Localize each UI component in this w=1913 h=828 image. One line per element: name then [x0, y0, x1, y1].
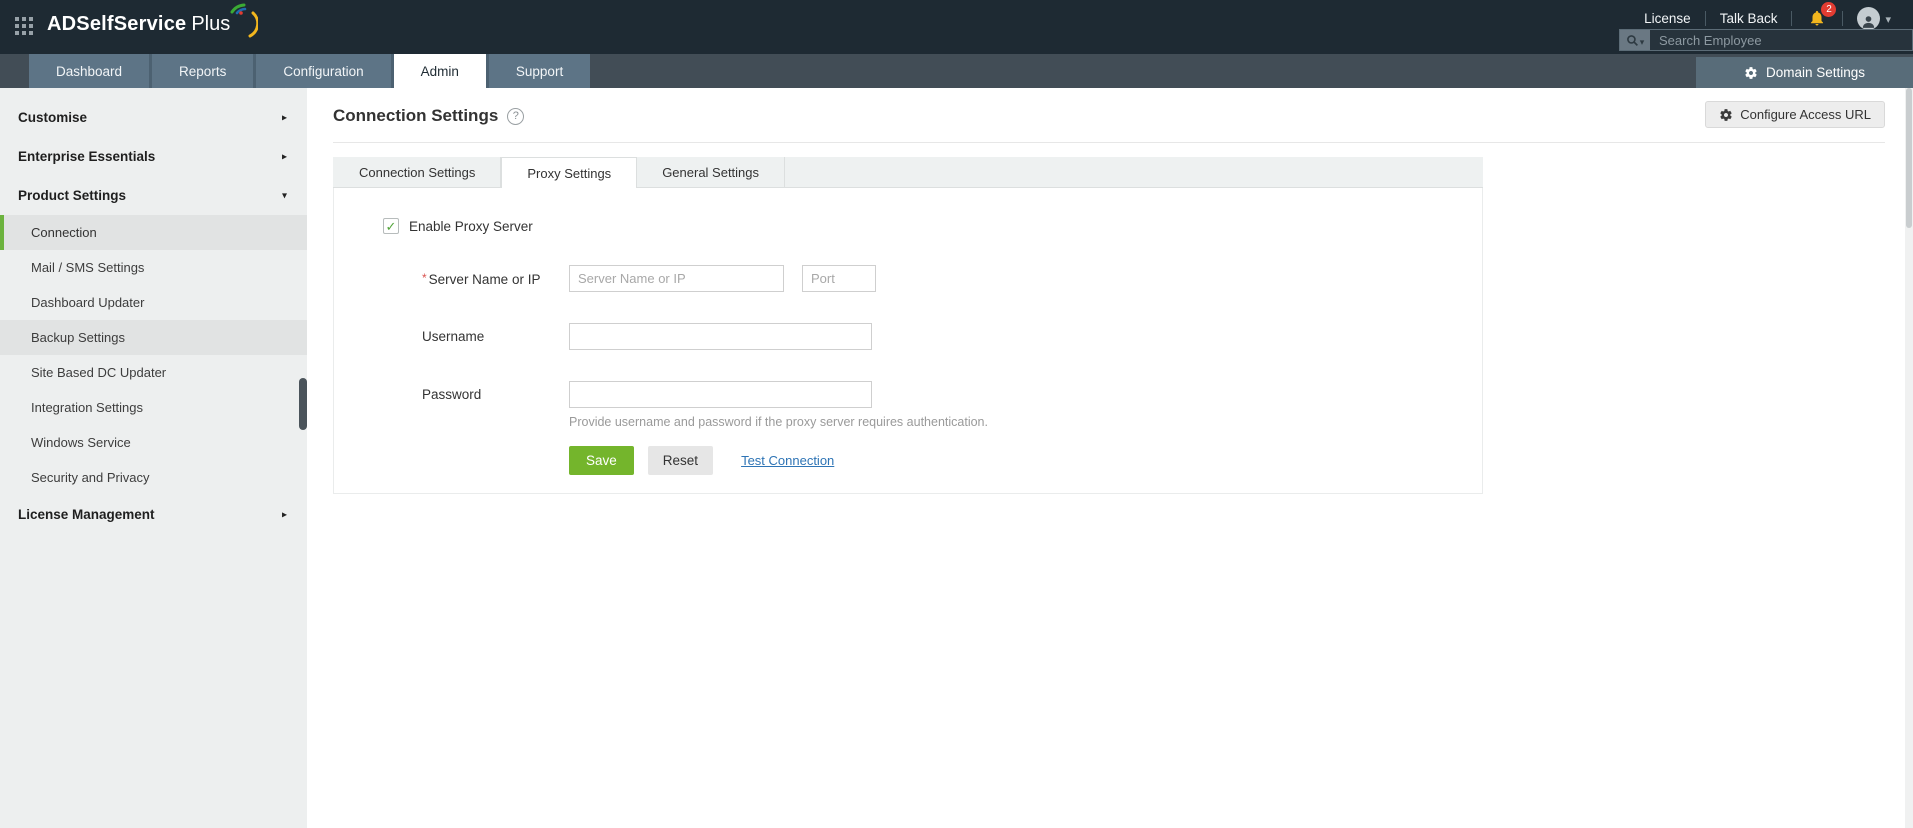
chevron-down-icon: [1885, 11, 1891, 26]
search-input[interactable]: [1650, 30, 1912, 50]
tab-proxy-settings[interactable]: Proxy Settings: [501, 157, 638, 188]
talkback-link[interactable]: Talk Back: [1706, 11, 1792, 26]
username-input[interactable]: [569, 323, 872, 350]
sidebar-item-connection[interactable]: Connection: [0, 215, 307, 250]
port-input[interactable]: [802, 265, 876, 292]
nav-tabs: Dashboard Reports Configuration Admin Suppor…: [29, 54, 591, 88]
settings-tabs: Connection Settings Proxy Settings General…: [333, 157, 1483, 188]
nav-tab-configuration[interactable]: Configuration: [256, 54, 391, 88]
sidebar-item-backup-settings[interactable]: Backup Settings: [0, 320, 307, 355]
nav-tab-admin[interactable]: Admin: [393, 54, 486, 88]
user-avatar-icon: [1857, 6, 1881, 30]
sidebar-item-windows-service[interactable]: Windows Service: [0, 425, 307, 460]
help-icon[interactable]: [507, 107, 525, 125]
sidebar-item-enterprise-essentials[interactable]: Enterprise Essentials: [0, 137, 307, 176]
password-input[interactable]: [569, 381, 872, 408]
username-label: Username: [422, 329, 485, 344]
password-label: Password: [422, 387, 482, 402]
employee-search: [1619, 29, 1913, 51]
main-content: Connection Settings Configure Access URL…: [307, 88, 1913, 828]
user-menu[interactable]: [1843, 6, 1891, 30]
nav-tab-reports[interactable]: Reports: [152, 54, 254, 88]
password-row: Password: [334, 381, 1482, 408]
configure-access-url-button[interactable]: Configure Access URL: [1705, 101, 1885, 128]
logo-swoosh-icon: [230, 3, 259, 38]
sidebar-item-mail-sms-settings[interactable]: Mail / SMS Settings: [0, 250, 307, 285]
sidebar-collapse-handle[interactable]: [299, 378, 307, 430]
auth-helper-text: Provide username and password if the pro…: [569, 415, 988, 429]
server-name-input[interactable]: [569, 265, 784, 292]
test-connection-link[interactable]: Test Connection: [741, 453, 834, 468]
sidebar-item-dashboard-updater[interactable]: Dashboard Updater: [0, 285, 307, 320]
app-header: ADSelfService Plus License Talk Back 2: [0, 0, 1913, 54]
nav-tab-dashboard[interactable]: Dashboard: [29, 54, 150, 88]
required-asterisk: *: [422, 270, 427, 285]
server-row: * Server Name or IP: [334, 265, 1482, 292]
tab-general-settings[interactable]: General Settings: [637, 157, 786, 187]
chevron-right-icon: [282, 112, 287, 123]
apps-grid-icon[interactable]: [15, 17, 33, 35]
page-scrollbar[interactable]: [1905, 88, 1913, 828]
notifications-bell-icon[interactable]: 2: [1792, 2, 1842, 27]
sidebar-item-product-settings[interactable]: Product Settings: [0, 176, 307, 215]
save-button[interactable]: Save: [569, 446, 634, 475]
reset-button[interactable]: Reset: [647, 446, 714, 475]
page-title: Connection Settings: [333, 106, 499, 125]
sidebar: CustomiseEnterprise EssentialsProduct Se…: [0, 88, 307, 828]
divider: [333, 142, 1885, 143]
app-logo: ADSelfService Plus: [47, 3, 259, 42]
chevron-down-icon: [1640, 33, 1645, 48]
logo-text-light: Plus: [191, 13, 231, 35]
chevron-right-icon: [282, 151, 287, 162]
enable-proxy-checkbox[interactable]: [383, 218, 399, 234]
search-scope-selector[interactable]: [1620, 30, 1650, 50]
sidebar-item-security-and-privacy[interactable]: Security and Privacy: [0, 460, 307, 495]
gear-icon: [1720, 108, 1732, 121]
header-links: License Talk Back 2: [1630, 2, 1891, 30]
domain-settings-button[interactable]: Domain Settings: [1696, 57, 1913, 88]
proxy-settings-panel: Enable Proxy Server *Server Name or IP U…: [333, 188, 1483, 494]
primary-nav: Dashboard Reports Configuration Admin Suppor…: [0, 54, 1913, 88]
gear-icon: [1745, 66, 1757, 79]
configure-access-url-label: Configure Access URL: [1740, 107, 1871, 122]
search-icon: [1626, 34, 1638, 46]
settings-panel: Connection Settings Proxy Settings General…: [333, 157, 1483, 494]
title-row: Connection Settings Configure Access URL: [333, 101, 1885, 130]
license-link[interactable]: License: [1630, 11, 1705, 26]
sidebar-item-license-management[interactable]: License Management: [0, 495, 307, 534]
chevron-down-icon: [282, 190, 287, 201]
tab-connection-settings[interactable]: Connection Settings: [333, 157, 502, 187]
nav-tab-support[interactable]: Support: [488, 54, 591, 88]
notification-count-badge: 2: [1821, 2, 1837, 17]
domain-settings-label: Domain Settings: [1765, 65, 1866, 80]
sidebar-item-customise[interactable]: Customise: [0, 98, 307, 137]
chevron-right-icon: [282, 509, 287, 520]
sidebar-item-site-based-dc-updater[interactable]: Site Based DC Updater: [0, 355, 307, 390]
scrollbar-thumb[interactable]: [1906, 88, 1912, 228]
actions-row: Save Reset Test Connection: [569, 446, 1482, 475]
enable-proxy-row: Enable Proxy Server: [383, 218, 1482, 234]
enable-proxy-label: Enable Proxy Server: [409, 218, 533, 234]
server-label: * Server Name or IP: [422, 270, 541, 287]
username-row: Username: [334, 323, 1482, 350]
logo-text-bold: ADSelfService: [47, 13, 187, 35]
sidebar-item-integration-settings[interactable]: Integration Settings: [0, 390, 307, 425]
